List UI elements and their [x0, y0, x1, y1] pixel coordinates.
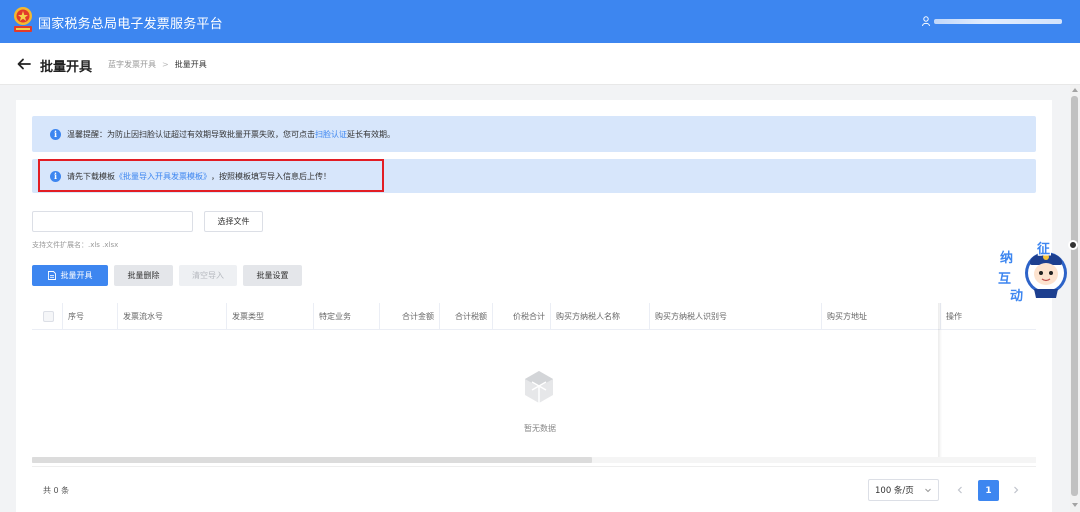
table-header: 序号 发票流水号 发票类型 特定业务 合计金额 合计税额 价税合计 购买方纳税人…	[32, 303, 1036, 330]
column-header-total-tax: 合计税额	[439, 303, 492, 330]
breadcrumb-item-blue-invoice[interactable]: 蓝字发票开具	[108, 59, 156, 70]
column-header-specific-business: 特定业务	[313, 303, 379, 330]
notice-text: 延长有效期。	[347, 129, 395, 139]
column-header-invoice-type: 发票类型	[226, 303, 313, 330]
empty-state-text: 暂无数据	[524, 424, 556, 433]
notice-template: i 请先下载模板 《批量导入开具发票模板》 ，按照模板填写导入信息后上传！	[32, 159, 1036, 193]
page-number-current[interactable]: 1	[978, 480, 999, 501]
batch-issue-button[interactable]: 批量开具	[32, 265, 108, 286]
file-extension-hint: 支持文件扩展名：.xls .xlsx	[32, 241, 119, 249]
page-header: 批量开具 蓝字发票开具 > 批量开具	[0, 43, 1080, 85]
horizontal-scrollbar-thumb[interactable]	[32, 457, 592, 463]
template-download-link[interactable]: 《批量导入开具发票模板》	[115, 171, 211, 182]
tax-emblem-icon	[14, 7, 32, 32]
column-header-buyer-address: 购买方地址	[821, 303, 940, 330]
column-header-price-tax-total: 价税合计	[492, 303, 550, 330]
notice-face-auth: i 温馨提醒：为防止因扫脸认证超过有效期导致批量开票失败，您可点击 扫脸认证 延…	[32, 116, 1036, 152]
scroll-down-icon[interactable]	[1071, 502, 1079, 508]
document-icon	[47, 271, 56, 280]
back-arrow-icon[interactable]	[16, 56, 32, 72]
floating-indicator[interactable]	[1068, 240, 1078, 250]
clear-import-button[interactable]: 清空导入	[179, 265, 237, 286]
choose-file-button[interactable]: 选择文件	[204, 211, 263, 232]
page-size-value: 100 条/页	[875, 486, 914, 496]
column-header-actions: 操作	[940, 303, 1036, 330]
user-name-redacted	[934, 18, 1062, 24]
batch-issue-label: 批量开具	[60, 271, 93, 280]
chevron-right-icon[interactable]	[1010, 483, 1022, 497]
mascot-char: 纳	[1000, 250, 1013, 266]
chevron-down-icon	[925, 488, 931, 493]
notice-text: 温馨提醒：为防止因扫脸认证超过有效期导致批量开票失败，您可点击	[67, 129, 315, 139]
box-empty-icon	[525, 371, 553, 403]
face-auth-link[interactable]: 扫脸认证	[315, 129, 347, 140]
notice-text: 请先下载模板	[67, 171, 115, 181]
top-bar: 国家税务总局电子发票服务平台	[0, 0, 1080, 43]
breadcrumb-separator: >	[162, 60, 169, 69]
mascot-char: 动	[1010, 289, 1023, 304]
file-path-input[interactable]	[32, 211, 193, 232]
page-size-select[interactable]: 100 条/页	[868, 479, 939, 501]
mascot-char: 互	[998, 272, 1011, 287]
notice-text: ，按照模板填写导入信息后上传！	[211, 171, 331, 181]
fixed-column-shadow	[938, 303, 942, 463]
batch-delete-button[interactable]: 批量删除	[114, 265, 173, 286]
column-header-serial: 发票流水号	[117, 303, 226, 330]
info-icon: i	[50, 170, 61, 182]
user-icon	[922, 16, 930, 26]
select-all-checkbox[interactable]	[43, 311, 54, 322]
mascot-char: 征	[1037, 241, 1050, 257]
page-title: 批量开具	[40, 60, 93, 75]
mascot-assistant-widget[interactable]: 征 纳 互 动	[996, 236, 1070, 306]
user-menu[interactable]	[922, 16, 1062, 26]
column-header-total-amount: 合计金额	[379, 303, 439, 330]
total-count: 共 0 条	[43, 486, 70, 495]
footer-divider	[32, 466, 1036, 467]
chevron-left-icon[interactable]	[954, 483, 966, 497]
column-header-buyer-taxid: 购买方纳税人识别号	[649, 303, 821, 330]
breadcrumb-item-batch-issue: 批量开具	[174, 60, 207, 69]
info-icon: i	[50, 128, 61, 140]
scroll-up-icon[interactable]	[1071, 87, 1079, 93]
column-header-buyer-name: 购买方纳税人名称	[550, 303, 649, 330]
vertical-scrollbar-thumb[interactable]	[1071, 96, 1078, 496]
app-title: 国家税务总局电子发票服务平台	[38, 17, 223, 32]
batch-settings-button[interactable]: 批量设置	[243, 265, 302, 286]
column-header-index: 序号	[62, 303, 117, 330]
breadcrumb: 蓝字发票开具 > 批量开具	[108, 59, 207, 70]
